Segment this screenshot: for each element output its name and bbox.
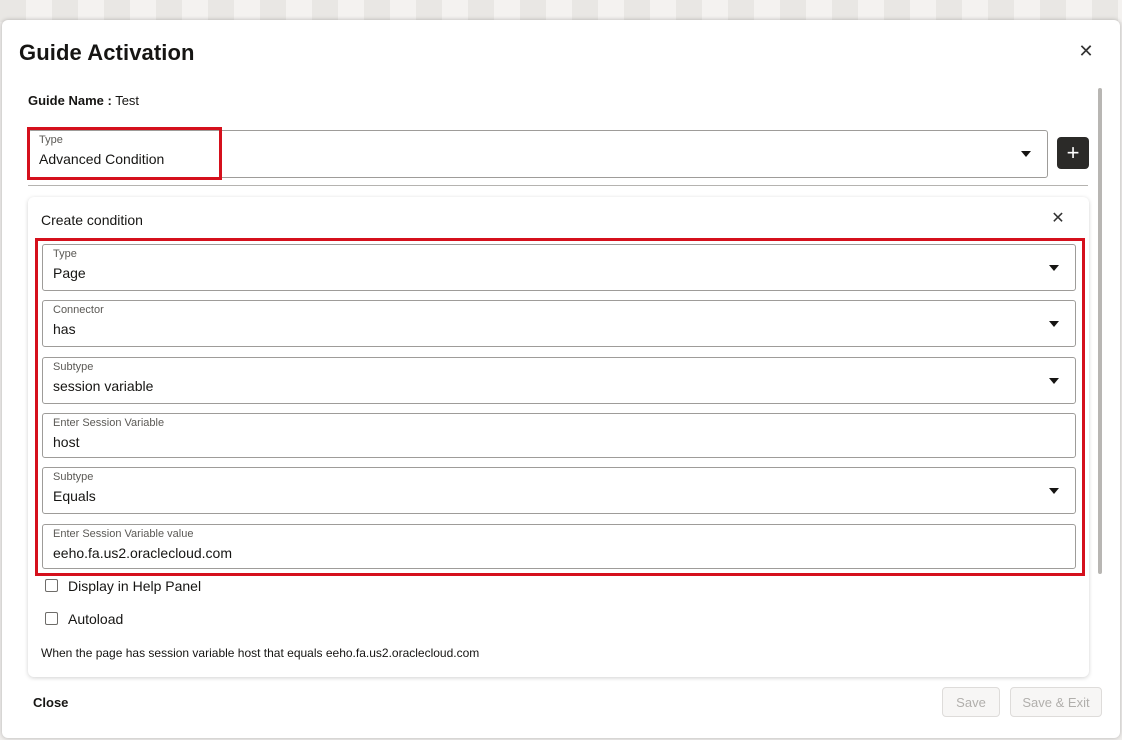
close-icon[interactable]: ✕ [1078,42,1094,60]
add-condition-button[interactable]: + [1057,137,1089,169]
panel-title: Create condition [41,212,143,228]
field-label: Enter Session Variable value [53,528,194,540]
chevron-down-icon[interactable] [1021,151,1031,157]
guide-name-value: Test [115,93,140,108]
save-button[interactable]: Save [942,687,1000,717]
field-value: session variable [53,378,154,394]
create-condition-panel: Create condition ✕ Type Page Connector h… [28,197,1089,677]
field-label: Connector [53,304,104,316]
chevron-down-icon[interactable] [1049,487,1059,494]
chevron-down-icon[interactable] [1049,377,1059,384]
scrollbar[interactable] [1098,88,1102,574]
checkbox-icon[interactable] [45,612,58,625]
condition-type-select[interactable]: Type Page [42,244,1076,291]
subtype-select[interactable]: Subtype session variable [42,357,1076,404]
guide-name: Guide Name : Test [28,93,139,108]
activation-type-select[interactable]: Type Advanced Condition [28,130,1048,178]
close-button[interactable]: Close [33,695,68,710]
dialog-title: Guide Activation [19,40,195,65]
checkbox-label: Autoload [68,611,124,627]
plus-icon: + [1066,140,1080,165]
field-label: Enter Session Variable [53,417,165,429]
field-value[interactable]: host [53,434,79,450]
field-label: Subtype [53,471,94,483]
field-label: Subtype [53,361,94,373]
field-value: Equals [53,488,96,504]
field-value: Page [53,265,86,281]
condition-summary: When the page has session variable host … [41,646,480,660]
display-in-help-panel-checkbox[interactable]: Display in Help Panel [45,578,201,594]
session-variable-value-input[interactable]: Enter Session Variable value eeho.fa.us2… [42,524,1076,569]
guide-activation-dialog: Guide Activation ✕ Guide Name : Test Typ… [2,20,1120,738]
chevron-down-icon[interactable] [1049,320,1059,327]
autoload-checkbox[interactable]: Autoload [45,611,123,627]
divider [28,185,1088,186]
checkbox-icon[interactable] [45,579,58,592]
guide-name-label: Guide Name : [28,93,112,108]
field-value: has [53,321,76,337]
field-label: Type [53,248,77,260]
checkbox-label: Display in Help Panel [68,578,202,594]
session-variable-input[interactable]: Enter Session Variable host [42,413,1076,458]
save-and-exit-button[interactable]: Save & Exit [1010,687,1102,717]
field-value[interactable]: eeho.fa.us2.oraclecloud.com [53,545,232,561]
field-label: Type [39,134,63,146]
operator-select[interactable]: Subtype Equals [42,467,1076,514]
field-value: Advanced Condition [39,151,165,167]
close-icon[interactable]: ✕ [1050,211,1066,227]
chevron-down-icon[interactable] [1049,264,1059,271]
connector-select[interactable]: Connector has [42,300,1076,347]
background-page [0,0,1122,22]
